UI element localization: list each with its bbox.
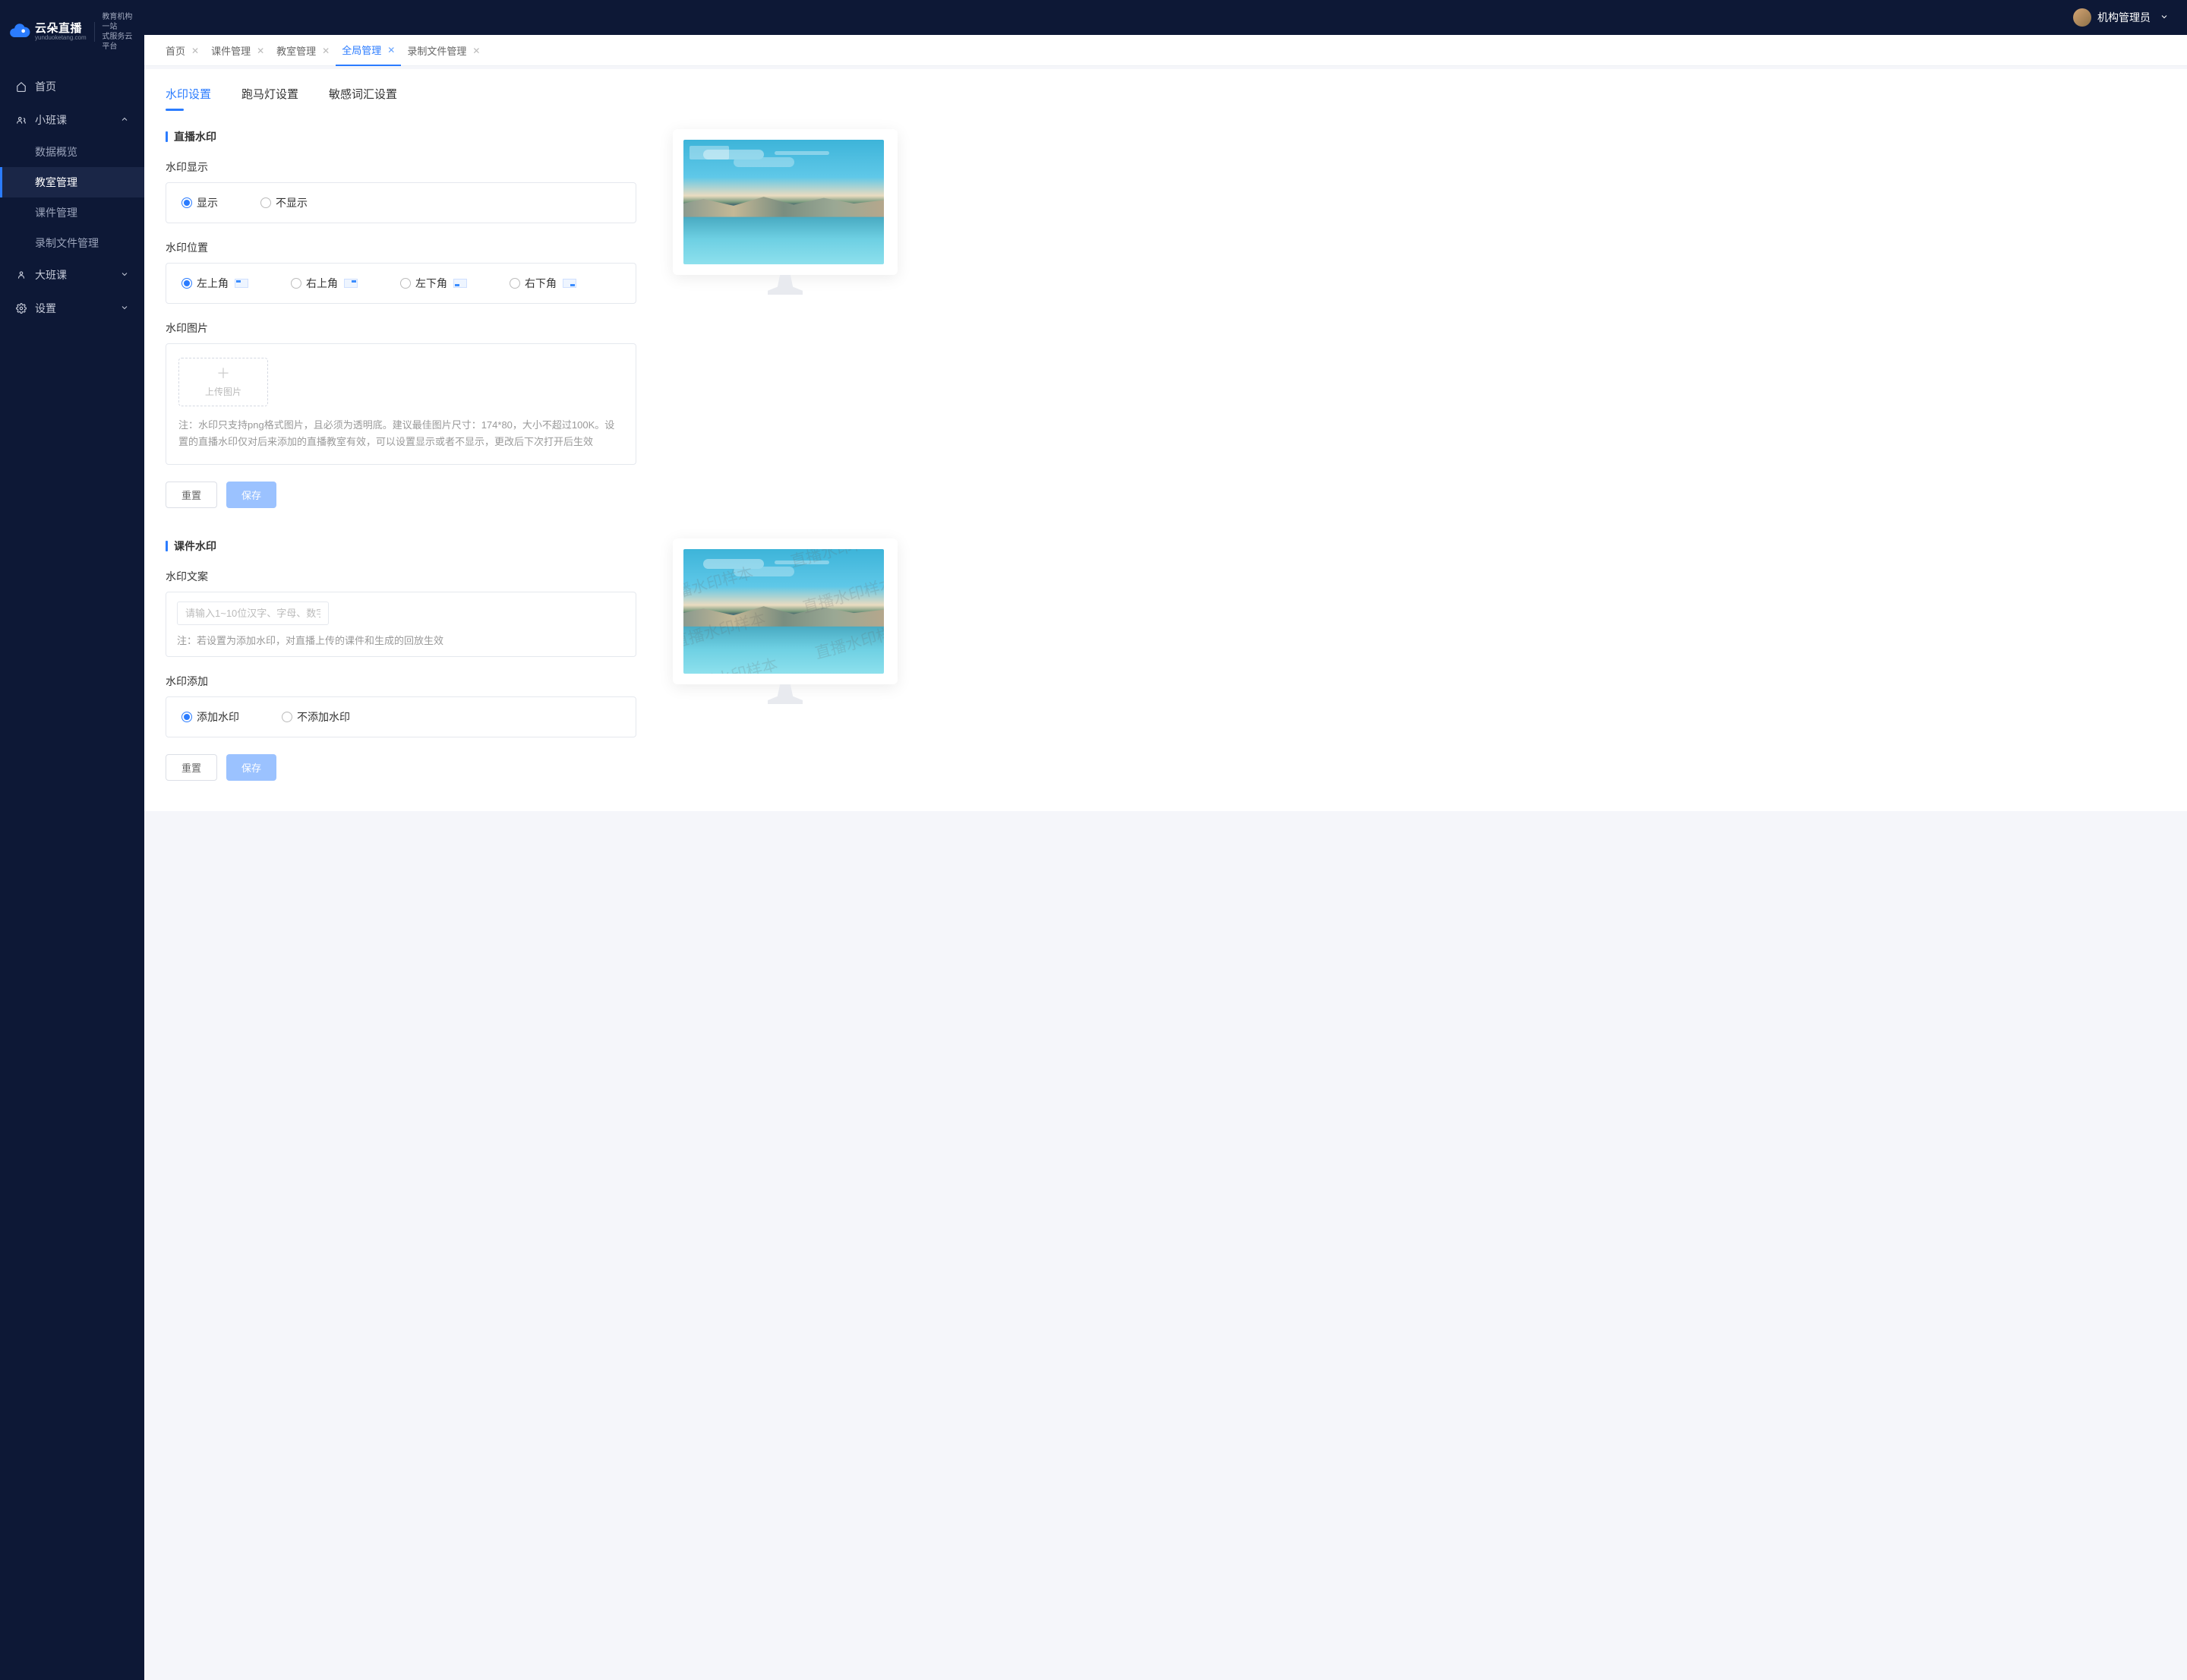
upload-hint: 注：水印只支持png格式图片，且必须为透明底。建议最佳图片尺寸：174*80，大… — [178, 417, 623, 450]
position-thumb-icon — [563, 279, 576, 288]
position-thumb-icon — [235, 279, 248, 288]
nav-small-class[interactable]: 小班课 — [0, 103, 144, 137]
sub-tabs: 水印设置 跑马灯设置 敏感词汇设置 — [166, 69, 2166, 111]
nav-home[interactable]: 首页 — [0, 70, 144, 103]
sidebar: 云朵直播 yunduoketang.com 教育机构一站 式服务云平台 首页 小… — [0, 0, 144, 1680]
tab-courseware[interactable]: 课件管理✕ — [205, 36, 270, 65]
display-radio-group: 显示 不显示 — [166, 182, 636, 223]
label-image: 水印图片 — [166, 321, 636, 336]
preview-monitor-2: 直播水印样本直播水印样本 直播水印样本直播水印样本 直播水印样本直播水印样本 — [673, 538, 898, 684]
close-icon[interactable]: ✕ — [257, 46, 264, 56]
brand-cloud-icon — [9, 21, 30, 43]
label-add: 水印添加 — [166, 674, 636, 689]
nav-courseware[interactable]: 课件管理 — [0, 197, 144, 228]
tab-global[interactable]: 全局管理✕ — [336, 35, 401, 66]
chevron-up-icon — [120, 114, 129, 126]
diagonal-watermark-icon: 直播水印样本直播水印样本 直播水印样本直播水印样本 直播水印样本直播水印样本 — [683, 549, 884, 674]
gear-icon — [15, 302, 27, 314]
section-live-watermark: 直播水印 — [166, 129, 636, 144]
chevron-down-icon — [120, 302, 129, 314]
chevron-down-icon — [120, 269, 129, 281]
radio-topleft[interactable]: 左上角 — [181, 276, 248, 291]
close-icon[interactable]: ✕ — [387, 45, 395, 55]
section-courseware-watermark: 课件水印 — [166, 538, 636, 554]
close-icon[interactable]: ✕ — [472, 46, 480, 56]
nav-big-class[interactable]: 大班课 — [0, 258, 144, 292]
save-button[interactable]: 保存 — [226, 482, 276, 508]
user-name: 机构管理员 — [2097, 10, 2151, 25]
preview-monitor-1 — [673, 129, 898, 275]
radio-topright[interactable]: 右上角 — [291, 276, 358, 291]
users-icon — [15, 114, 27, 126]
page-tabs: 首页✕ 课件管理✕ 教室管理✕ 全局管理✕ 录制文件管理✕ — [144, 35, 2187, 66]
save-button-2[interactable]: 保存 — [226, 754, 276, 781]
label-position: 水印位置 — [166, 240, 636, 255]
radio-hide[interactable]: 不显示 — [260, 195, 308, 210]
tab-classroom[interactable]: 教室管理✕ — [270, 36, 336, 65]
label-text: 水印文案 — [166, 569, 636, 584]
sub-tab-marquee[interactable]: 跑马灯设置 — [241, 86, 298, 111]
sub-tab-sensitive[interactable]: 敏感词汇设置 — [329, 86, 397, 111]
radio-show[interactable]: 显示 — [181, 195, 218, 210]
watermark-text-input[interactable] — [177, 602, 329, 625]
position-thumb-icon — [453, 279, 467, 288]
brand-slogan: 教育机构一站 式服务云平台 — [102, 12, 135, 52]
close-icon[interactable]: ✕ — [322, 46, 330, 56]
radio-add[interactable]: 添加水印 — [181, 709, 239, 725]
nav-recording[interactable]: 录制文件管理 — [0, 228, 144, 258]
nav-classroom[interactable]: 教室管理 — [0, 167, 144, 197]
watermark-badge-icon — [690, 146, 729, 159]
sub-tab-watermark[interactable]: 水印设置 — [166, 86, 211, 111]
home-icon — [15, 81, 27, 93]
reset-button-2[interactable]: 重置 — [166, 754, 217, 781]
group-icon — [15, 269, 27, 281]
plus-icon: ＋ — [216, 367, 230, 381]
add-radio-group: 添加水印 不添加水印 — [166, 696, 636, 737]
user-menu[interactable]: 机构管理员 — [2073, 8, 2169, 27]
logo: 云朵直播 yunduoketang.com 教育机构一站 式服务云平台 — [0, 0, 144, 64]
nav-overview[interactable]: 数据概览 — [0, 137, 144, 167]
close-icon[interactable]: ✕ — [191, 46, 199, 56]
radio-bottomright[interactable]: 右下角 — [510, 276, 576, 291]
chevron-down-icon — [2160, 11, 2169, 24]
radio-no-add[interactable]: 不添加水印 — [282, 709, 350, 725]
brand-domain: yunduoketang.com — [35, 35, 87, 41]
avatar — [2073, 8, 2091, 27]
label-display: 水印显示 — [166, 159, 636, 175]
topbar: 机构管理员 — [144, 0, 2187, 35]
brand-title: 云朵直播 — [35, 23, 87, 36]
reset-button[interactable]: 重置 — [166, 482, 217, 508]
position-radio-group: 左上角 右上角 左下角 右下角 — [166, 263, 636, 304]
tab-recording[interactable]: 录制文件管理✕ — [401, 36, 486, 65]
text-hint: 注：若设置为添加水印，对直播上传的课件和生成的回放生效 — [177, 633, 625, 647]
tab-home[interactable]: 首页✕ — [159, 36, 205, 65]
page-content: 水印设置 跑马灯设置 敏感词汇设置 直播水印 水印显示 显示 不显示 — [144, 69, 2187, 811]
main-nav: 首页 小班课 数据概览 教室管理 课件管理 录制文件管理 大班课 设置 — [0, 64, 144, 325]
position-thumb-icon — [344, 279, 358, 288]
upload-button[interactable]: ＋ 上传图片 — [178, 358, 268, 406]
nav-settings[interactable]: 设置 — [0, 292, 144, 325]
radio-bottomleft[interactable]: 左下角 — [400, 276, 467, 291]
